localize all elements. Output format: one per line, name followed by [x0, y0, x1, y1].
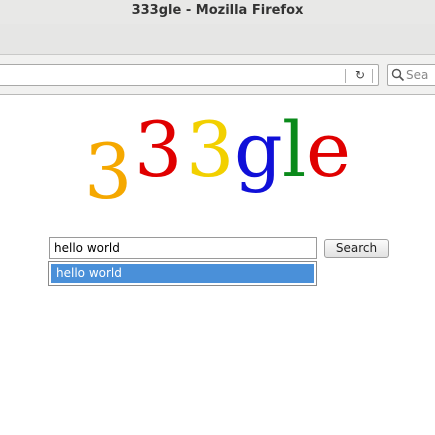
reload-icon: ↻ — [354, 68, 366, 82]
autocomplete-dropdown: hello world — [48, 261, 317, 286]
reload-button[interactable]: ↻ — [350, 66, 370, 84]
logo-letter-6: e — [306, 105, 351, 194]
url-bar[interactable]: ↻ — [0, 64, 379, 86]
logo-letter-1: 3 — [84, 127, 133, 216]
logo-letter-4: g — [234, 105, 283, 194]
magnifier-icon — [391, 68, 405, 82]
navigation-toolbar: ↻ Sea — [0, 55, 435, 95]
search-bar-placeholder: Sea — [406, 68, 429, 82]
url-divider-right — [372, 69, 373, 83]
search-button[interactable]: Search — [324, 239, 389, 258]
page-content: 3 3 3 g l e Search hello world — [0, 95, 435, 435]
url-divider — [345, 69, 346, 83]
search-bar[interactable]: Sea — [387, 64, 435, 86]
autocomplete-suggestion[interactable]: hello world — [51, 264, 314, 283]
tab-strip — [0, 24, 435, 55]
window-title: 333gle - Mozilla Firefox — [0, 0, 435, 24]
search-query-input[interactable] — [49, 237, 317, 259]
logo-letter-3: 3 — [186, 105, 235, 194]
browser-window: 333gle - Mozilla Firefox ↻ Sea 3 3 3 g l… — [0, 0, 435, 435]
logo-letter-2: 3 — [134, 105, 183, 194]
logo-letter-5: l — [282, 105, 307, 194]
